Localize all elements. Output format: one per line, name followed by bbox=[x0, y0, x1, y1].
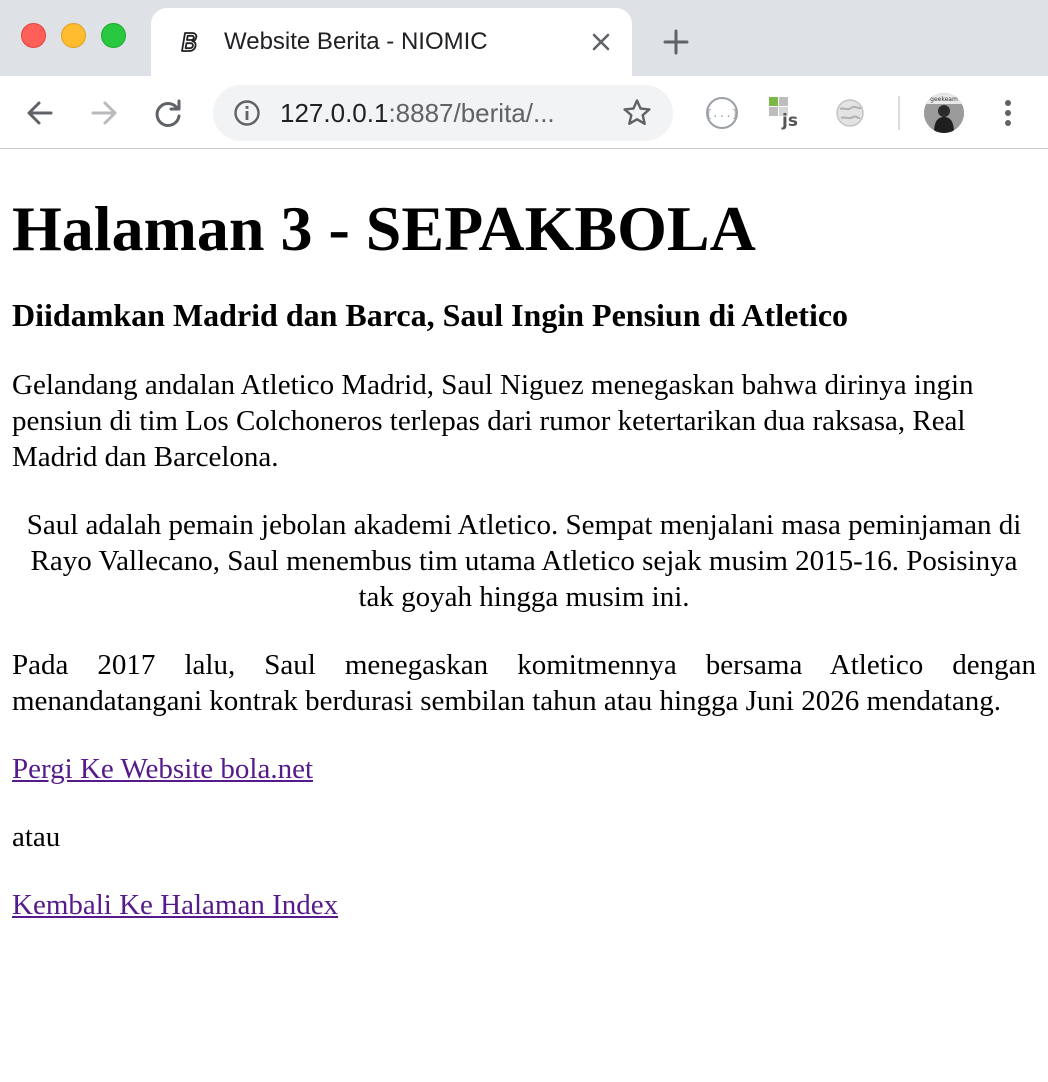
page-content: Halaman 3 - SEPAKBOLA Diidamkan Madrid d… bbox=[0, 150, 1048, 1082]
tab-title: Website Berita - NIOMIC bbox=[224, 28, 488, 55]
avatar-image: geekeam bbox=[924, 93, 964, 133]
more-menu-icon[interactable] bbox=[992, 95, 1024, 131]
index-link-paragraph: Kembali Ke Halaman Index bbox=[12, 887, 1036, 923]
bola-net-link[interactable]: Pergi Ke Website bola.net bbox=[12, 753, 313, 785]
minimize-window-button[interactable] bbox=[61, 23, 86, 48]
new-tab-icon[interactable] bbox=[660, 26, 692, 58]
url-text[interactable]: 127.0.0.1:8887/berita/... bbox=[280, 99, 555, 127]
js-extension-icon[interactable]: js bbox=[766, 94, 804, 132]
close-window-button[interactable] bbox=[21, 23, 46, 48]
tab-strip: Website Berita - NIOMIC bbox=[0, 0, 1048, 76]
svg-text:{...}: {...} bbox=[705, 107, 738, 120]
article-headline: Diidamkan Madrid dan Barca, Saul Ingin P… bbox=[12, 297, 849, 333]
page-title: Halaman 3 - SEPAKBOLA bbox=[12, 193, 756, 264]
profile-avatar[interactable]: geekeam bbox=[924, 93, 964, 133]
globe-extension-icon[interactable] bbox=[831, 94, 869, 132]
back-to-index-link[interactable]: Kembali Ke Halaman Index bbox=[12, 889, 338, 921]
toolbar-divider bbox=[898, 96, 900, 130]
info-icon[interactable] bbox=[233, 99, 261, 127]
browser-tab[interactable]: Website Berita - NIOMIC bbox=[151, 8, 632, 76]
bootstrap-favicon-icon bbox=[181, 32, 198, 52]
bookmark-star-icon[interactable] bbox=[621, 97, 653, 129]
browser-toolbar: 127.0.0.1:8887/berita/... {...} js geeke… bbox=[0, 76, 1048, 149]
article-paragraph-centered: Saul adalah pemain jebolan akademi Atlet… bbox=[26, 509, 1022, 613]
address-bar[interactable]: 127.0.0.1:8887/berita/... bbox=[213, 85, 673, 141]
separator-text: atau bbox=[12, 821, 61, 853]
article-paragraph: Gelandang andalan Atletico Madrid, Saul … bbox=[12, 369, 974, 473]
avatar-watermark: geekeam bbox=[930, 96, 958, 103]
forward-arrow-icon[interactable] bbox=[86, 95, 122, 131]
url-path: :8887/berita/... bbox=[388, 98, 555, 128]
url-host: 127.0.0.1 bbox=[280, 98, 389, 128]
zoom-window-button[interactable] bbox=[101, 23, 126, 48]
external-link-paragraph: Pergi Ke Website bola.net bbox=[12, 751, 1036, 787]
back-arrow-icon[interactable] bbox=[22, 95, 58, 131]
article-paragraph-justified: Pada 2017 lalu, Saul menegaskan komitmen… bbox=[12, 649, 1036, 717]
json-formatter-icon[interactable]: {...} bbox=[703, 94, 741, 132]
reload-icon[interactable] bbox=[150, 95, 186, 131]
svg-text:js: js bbox=[781, 111, 798, 131]
close-tab-icon[interactable] bbox=[587, 28, 615, 56]
